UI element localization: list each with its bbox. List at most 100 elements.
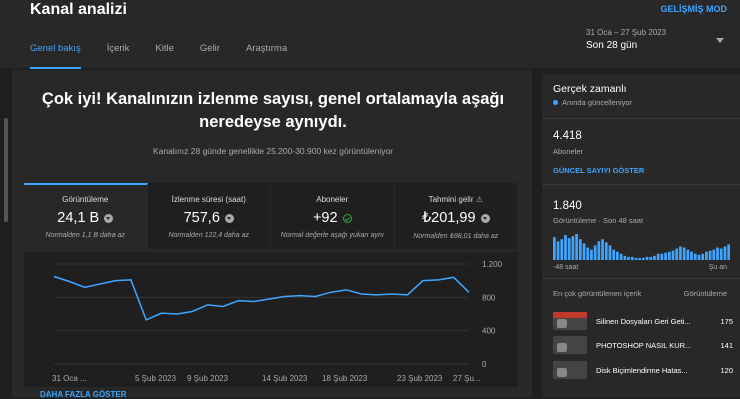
realtime-bar[interactable] bbox=[708, 250, 712, 260]
tab-content[interactable]: İçerik bbox=[107, 43, 130, 65]
top-bar: Kanal analizi GELİŞMİŞ MOD Genel bakış İ… bbox=[0, 0, 740, 69]
check-circle-icon bbox=[342, 213, 352, 223]
realtime-bar[interactable] bbox=[653, 255, 656, 260]
warning-icon: ⚠ bbox=[475, 195, 483, 204]
realtime-bar[interactable] bbox=[701, 253, 705, 260]
realtime-bar[interactable] bbox=[564, 235, 567, 260]
realtime-bar[interactable] bbox=[682, 247, 686, 260]
axis-start-label: -48 saat bbox=[553, 264, 579, 271]
realtime-bar[interactable] bbox=[560, 239, 564, 260]
realtime-bar[interactable] bbox=[597, 241, 601, 260]
tab-research[interactable]: Araştırma bbox=[246, 43, 287, 65]
realtime-bar[interactable] bbox=[571, 236, 575, 260]
realtime-bar[interactable] bbox=[649, 256, 653, 260]
arrow-down-circle-icon bbox=[224, 213, 234, 223]
realtime-bar[interactable] bbox=[642, 257, 645, 260]
tab-audience[interactable]: Kitle bbox=[155, 43, 173, 65]
x-tick-label: 18 Şub 2023 bbox=[322, 374, 368, 383]
divider bbox=[542, 184, 740, 185]
realtime-bar[interactable] bbox=[604, 242, 608, 260]
realtime-bar[interactable] bbox=[719, 248, 723, 260]
metric-label: Aboneler bbox=[316, 195, 349, 204]
metric-watch-time[interactable]: İzlenme süresi (saat) 757,6 Normalden 12… bbox=[148, 183, 271, 249]
video-title: PHOTOSHOP NASIL KUR... bbox=[596, 340, 692, 350]
realtime-title: Gerçek zamanlı bbox=[553, 83, 627, 95]
metric-note: Normal değerle aşağı yukarı aynı bbox=[280, 232, 384, 239]
x-tick-label: 5 Şub 2023 bbox=[135, 374, 176, 383]
realtime-bar[interactable] bbox=[593, 245, 597, 260]
realtime-bar[interactable] bbox=[619, 253, 623, 260]
realtime-bar[interactable] bbox=[675, 248, 679, 260]
realtime-views-count: 1.840 bbox=[553, 200, 582, 212]
realtime-bar[interactable] bbox=[690, 251, 693, 260]
realtime-bar[interactable] bbox=[608, 245, 612, 260]
chevron-down-icon[interactable] bbox=[716, 38, 724, 43]
realtime-bar[interactable] bbox=[556, 241, 560, 260]
realtime-bar[interactable] bbox=[623, 255, 627, 260]
list-item[interactable]: Silinen Dosyaları Geri Geti... 175 bbox=[553, 312, 733, 330]
live-note: Anında güncelleniyor bbox=[562, 98, 633, 107]
realtime-bar[interactable] bbox=[578, 239, 582, 260]
realtime-bar[interactable] bbox=[671, 250, 675, 260]
realtime-bar[interactable] bbox=[697, 254, 701, 260]
realtime-bar[interactable] bbox=[590, 249, 593, 260]
advanced-mode-link[interactable]: GELİŞMİŞ MOD bbox=[660, 4, 727, 14]
realtime-bar[interactable] bbox=[660, 253, 664, 260]
show-current-count-button[interactable]: GÜNCEL SAYIYI GÖSTER bbox=[553, 166, 644, 175]
realtime-bar[interactable] bbox=[627, 256, 630, 260]
y-tick-label: 1.200 bbox=[482, 260, 503, 269]
top-content-column: Görüntüleme bbox=[683, 289, 727, 298]
x-tick-label: 27 Şu... bbox=[453, 374, 481, 383]
realtime-bar[interactable] bbox=[567, 238, 571, 260]
metric-note: Normalden ₺98,01 daha az bbox=[413, 233, 499, 240]
realtime-bar[interactable] bbox=[712, 249, 716, 260]
metric-value: 757,6 bbox=[183, 210, 220, 226]
overview-panel: Çok iyi! Kanalınızın izlenme sayısı, gen… bbox=[12, 70, 532, 399]
realtime-views-label: Görüntüleme · Son 48 saat bbox=[553, 216, 644, 225]
tab-revenue[interactable]: Gelir bbox=[200, 43, 220, 65]
realtime-bar[interactable] bbox=[723, 246, 727, 260]
realtime-bar[interactable] bbox=[716, 247, 719, 260]
realtime-bar[interactable] bbox=[601, 239, 604, 260]
x-tick-label: 9 Şub 2023 bbox=[187, 374, 228, 383]
realtime-bar[interactable] bbox=[638, 257, 641, 260]
metric-subscribers[interactable]: Aboneler +92 Normal değerle aşağı yukarı… bbox=[271, 183, 395, 249]
realtime-bar[interactable] bbox=[582, 243, 586, 260]
realtime-bar[interactable] bbox=[634, 257, 638, 260]
metric-revenue[interactable]: Tahmini gelir ⚠ ₺201,99 Normalden ₺98,01… bbox=[395, 183, 518, 249]
list-item[interactable]: PHOTOSHOP NASIL KUR... 141 bbox=[553, 336, 733, 354]
realtime-bar[interactable] bbox=[693, 253, 697, 260]
list-item[interactable]: Disk Biçimlendirme Hatas... 120 bbox=[553, 361, 733, 379]
realtime-bar-chart bbox=[553, 234, 730, 260]
realtime-bar[interactable] bbox=[553, 237, 556, 260]
realtime-bar[interactable] bbox=[630, 256, 634, 260]
realtime-bar[interactable] bbox=[656, 253, 660, 260]
metric-note: Normalden 122,4 daha az bbox=[168, 232, 250, 239]
realtime-bar[interactable] bbox=[645, 256, 649, 260]
page-scrollbar[interactable] bbox=[4, 118, 8, 222]
realtime-bar[interactable] bbox=[616, 251, 619, 260]
metric-value: 24,1 B bbox=[57, 210, 100, 226]
realtime-bar[interactable] bbox=[727, 244, 730, 260]
realtime-bar[interactable] bbox=[664, 252, 667, 260]
realtime-bar[interactable] bbox=[679, 246, 682, 260]
realtime-bar[interactable] bbox=[705, 251, 708, 260]
date-range-selector[interactable]: 31 Oca – 27 Şub 2023 Son 28 gün bbox=[586, 28, 666, 51]
realtime-bar[interactable] bbox=[612, 249, 616, 260]
metric-views[interactable]: Görüntüleme 24,1 B Normalden 1,1 B daha … bbox=[24, 183, 148, 249]
metric-note: Normalden 1,1 B daha az bbox=[45, 232, 125, 239]
metric-label: Tahmini gelir bbox=[428, 195, 474, 204]
views-line-chart: 1.200 800 400 0 31 Oca ... 5 Şub 2023 9 Şub 20… bbox=[52, 260, 503, 383]
x-tick-label: 14 Şub 2023 bbox=[262, 374, 308, 383]
y-tick-label: 800 bbox=[482, 293, 496, 302]
realtime-bar[interactable] bbox=[575, 234, 578, 260]
y-tick-label: 0 bbox=[482, 360, 487, 369]
metric-cards: Görüntüleme 24,1 B Normalden 1,1 B daha … bbox=[24, 183, 518, 249]
realtime-bar[interactable] bbox=[586, 247, 590, 260]
metric-value: +92 bbox=[312, 210, 338, 226]
metric-label: İzlenme süresi (saat) bbox=[171, 195, 246, 204]
realtime-bar[interactable] bbox=[686, 249, 690, 260]
tab-overview[interactable]: Genel bakış bbox=[30, 43, 81, 69]
views-series-line[interactable] bbox=[53, 275, 470, 321]
realtime-bar[interactable] bbox=[667, 251, 671, 260]
